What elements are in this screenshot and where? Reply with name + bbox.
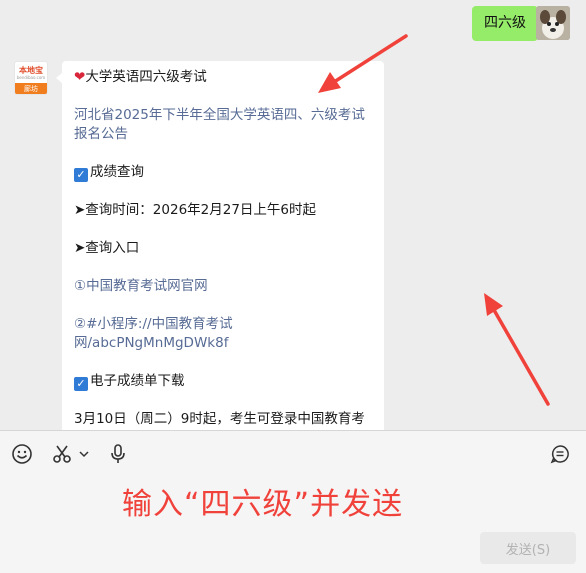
microphone-icon (111, 444, 125, 463)
avatar-url: bendibao.com (16, 74, 46, 80)
emoji-icon (12, 444, 32, 464)
account-avatar[interactable]: 本地宝 bendibao.com 廊坊 (14, 61, 48, 95)
avatar-brand: 本地宝 (19, 65, 43, 75)
sent-message-text: 四六级 (484, 15, 526, 31)
reply-message-bubble: ❤大学英语四六级考试 河北省2025年下半年全国大学英语四、六级考试报名公告 ✓… (56, 61, 384, 430)
reply-title-line: ❤大学英语四六级考试 (74, 68, 372, 87)
heart-icon: ❤ (74, 69, 86, 85)
announcement-link[interactable]: 河北省2025年下半年全国大学英语四、六级考试报名公告 (74, 106, 372, 144)
emoji-button[interactable] (11, 443, 33, 465)
send-button[interactable]: 发送(S) (480, 532, 576, 564)
section-scores-label: 成绩查询 (90, 164, 144, 180)
dog-avatar-image (536, 6, 570, 40)
checkbox-icon: ✓ (74, 377, 88, 391)
mini-program-link[interactable]: #小程序://中国教育考试网/abcPNgMnMgDWk8f (74, 316, 233, 351)
screenshot-options-button[interactable] (77, 443, 91, 465)
entry2-prefix: ② (74, 316, 87, 332)
chevron-down-icon (79, 451, 89, 458)
scissors-icon (53, 445, 71, 463)
query-time: ➤查询时间：2026年2月27日上午6时起 (74, 202, 317, 218)
checkbox-icon: ✓ (74, 168, 88, 182)
arrow-to-reply (484, 293, 550, 406)
download-text: 3月10日（周二）9时起，考生可登录中国教育考 (74, 411, 365, 427)
section-scores: ✓ 成绩查询 (74, 163, 372, 182)
message-input-area[interactable]: 输入“四六级”并发送 发送(S) (0, 431, 586, 573)
sent-message-bubble[interactable]: 四六级 (472, 6, 544, 41)
chat-history-button[interactable] (549, 443, 571, 465)
entry-mini-program: ②#小程序://中国教育考试网/abcPNgMnMgDWk8f (74, 315, 372, 353)
avatar-city-tag: 廊坊 (15, 83, 47, 94)
voice-input-button[interactable] (107, 443, 129, 465)
chat-area: 四六级 本地宝 bendibao.com 廊坊 ❤大学英语四六级考试 河北省20… (0, 0, 586, 430)
my-avatar[interactable] (536, 6, 570, 40)
reply-title: 大学英语四六级考试 (85, 69, 207, 85)
section-download-label: 电子成绩单下载 (90, 373, 185, 389)
query-entry: ➤查询入口 (74, 240, 140, 256)
section-download: ✓ 电子成绩单下载 (74, 372, 372, 391)
screenshot-button[interactable] (51, 443, 73, 465)
entry-official-site-link[interactable]: ①中国教育考试网官网 (74, 277, 372, 296)
typed-annotation: 输入“四六级”并发送 (122, 487, 404, 522)
chat-history-icon (550, 445, 569, 464)
